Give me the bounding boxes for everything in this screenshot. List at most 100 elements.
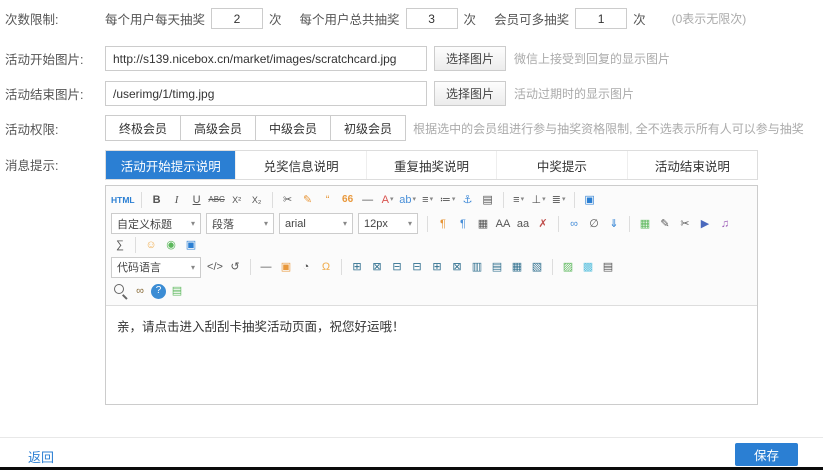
format-painter-icon[interactable]: ✎ xyxy=(299,191,317,209)
delete-col-icon[interactable]: ⊠ xyxy=(448,258,466,276)
subscript-icon[interactable]: X₂ xyxy=(248,191,266,209)
superscript-icon[interactable]: X² xyxy=(228,191,246,209)
horizontal-line-icon[interactable]: — xyxy=(257,258,275,276)
help-icon[interactable]: ? xyxy=(151,284,166,299)
permission-intermediate-member-button[interactable]: 中级会员 xyxy=(255,115,331,141)
ordered-list-icon[interactable]: ≡▾ xyxy=(419,191,437,209)
clear-doc-icon[interactable]: ✗ xyxy=(534,215,552,233)
directionality-ltr-icon[interactable]: ¶ xyxy=(434,215,452,233)
print-icon[interactable]: ▤ xyxy=(599,258,617,276)
delete-row-icon[interactable]: ⊟ xyxy=(408,258,426,276)
delete-table-icon[interactable]: ⊠ xyxy=(368,258,386,276)
member-extra-draw-input[interactable] xyxy=(575,8,627,29)
end-image-url-input[interactable] xyxy=(105,81,427,106)
search-icon[interactable] xyxy=(111,282,129,300)
italic-icon[interactable]: I xyxy=(168,191,186,209)
tab-redeem-info[interactable]: 兑奖信息说明 xyxy=(235,151,365,179)
page-break-icon[interactable]: ▤ xyxy=(479,191,497,209)
tab-repeat-draw[interactable]: 重复抽奖说明 xyxy=(366,151,496,179)
font-size-select[interactable]: 12px▾ xyxy=(358,213,418,234)
find-replace-icon[interactable]: ∞ xyxy=(131,282,149,300)
paste-plain-icon[interactable]: ▤ xyxy=(168,282,186,300)
uppercase-icon[interactable]: AA xyxy=(494,215,512,233)
custom-title-select[interactable]: 自定义标题▾ xyxy=(111,213,201,234)
upload-attachment-icon[interactable]: ⇓ xyxy=(605,215,623,233)
map-icon[interactable]: ◉ xyxy=(162,236,180,254)
remove-format-icon[interactable]: ✂ xyxy=(279,191,297,209)
bold-icon[interactable]: B xyxy=(148,191,166,209)
back-link[interactable]: 返回 xyxy=(28,447,54,466)
strikethrough-icon[interactable]: ABC xyxy=(208,191,226,209)
editor-content[interactable]: 亲，请点击进入刮刮卡抽奖活动页面，祝您好运哦！ xyxy=(106,306,757,404)
scrawl-icon[interactable]: ✎ xyxy=(656,215,674,233)
chevron-down-icon: ▾ xyxy=(562,191,566,209)
insert-code-icon[interactable]: </> xyxy=(206,258,224,276)
save-button[interactable]: 保存 xyxy=(735,443,798,466)
font-family-select[interactable]: arial▾ xyxy=(279,213,353,234)
daily-draw-limit-input[interactable] xyxy=(211,8,263,29)
unlink-icon[interactable]: ∅ xyxy=(585,215,603,233)
toolbar-separator xyxy=(552,259,553,275)
toolbar-separator xyxy=(272,192,273,208)
revision-icon[interactable]: ↺ xyxy=(226,258,244,276)
vertical-align-icon[interactable]: ⊥▾ xyxy=(530,191,548,209)
paragraph-select[interactable]: 段落▾ xyxy=(206,213,274,234)
insert-image-icon[interactable]: ▦ xyxy=(636,215,654,233)
merge-cells-icon[interactable]: ▥ xyxy=(468,258,486,276)
code-language-select[interactable]: 代码语言▾ xyxy=(111,257,201,278)
chevron-down-icon: ▾ xyxy=(452,191,456,209)
permission-senior-member-button[interactable]: 高级会员 xyxy=(180,115,256,141)
tab-activity-start-prompt[interactable]: 活动开始提示说明 xyxy=(106,151,235,179)
toolbar-row: 代码语言▾</>↺—▣◔Ω⊞⊠⊟⊟⊞⊠▥▤▦▧▨▩▤ xyxy=(110,255,753,279)
fullscreen-icon[interactable]: ▣ xyxy=(581,191,599,209)
tab-win-prompt[interactable]: 中奖提示 xyxy=(496,151,626,179)
justify-icon[interactable]: ≡▾ xyxy=(510,191,528,209)
word-image-icon[interactable]: ▨ xyxy=(559,258,577,276)
time-icon[interactable]: ◔ xyxy=(297,258,315,276)
choose-start-image-button[interactable]: 选择图片 xyxy=(434,46,506,71)
end-image-label: 活动结束图片: xyxy=(5,84,105,103)
choose-end-image-button[interactable]: 选择图片 xyxy=(434,81,506,106)
insert-col-icon[interactable]: ⊞ xyxy=(428,258,446,276)
total-draw-limit-input[interactable] xyxy=(406,8,458,29)
chevron-down-icon: ▾ xyxy=(542,191,546,209)
directionality-rtl-icon[interactable]: ¶ xyxy=(454,215,472,233)
tab-activity-end[interactable]: 活动结束说明 xyxy=(627,151,757,179)
html-source-icon[interactable]: HTML xyxy=(111,191,135,209)
permission-junior-member-button[interactable]: 初级会员 xyxy=(330,115,406,141)
formula-icon[interactable]: ∑ xyxy=(111,236,129,254)
link-icon[interactable]: ∞ xyxy=(565,215,583,233)
start-image-url-input[interactable] xyxy=(105,46,427,71)
anchor-icon[interactable]: ⚓ xyxy=(459,191,477,209)
snapscreen-icon[interactable]: ✂ xyxy=(676,215,694,233)
chevron-down-icon: ▾ xyxy=(343,219,347,228)
end-image-row: 活动结束图片: 选择图片 活动过期时的显示图片 xyxy=(5,81,818,106)
preview-icon[interactable]: ▣ xyxy=(182,236,200,254)
insert-row-icon[interactable]: ⊟ xyxy=(388,258,406,276)
line-height-icon[interactable]: ≣▾ xyxy=(550,191,568,209)
permission-ultimate-member-button[interactable]: 终极会员 xyxy=(105,115,181,141)
sort-table-icon[interactable]: ▧ xyxy=(528,258,546,276)
lowercase-icon[interactable]: aa xyxy=(514,215,532,233)
quote-marks-icon[interactable]: 66 xyxy=(339,191,357,209)
chevron-down-icon: ▾ xyxy=(430,191,434,209)
blockquote-icon[interactable]: “ xyxy=(319,191,337,209)
date-icon[interactable]: ▣ xyxy=(277,258,295,276)
select-all-icon[interactable]: ▦ xyxy=(474,215,492,233)
split-cells-icon[interactable]: ▤ xyxy=(488,258,506,276)
background-icon[interactable]: ▩ xyxy=(579,258,597,276)
background-color-icon[interactable]: ab▾ xyxy=(399,191,417,209)
unordered-list-icon[interactable]: ≔▾ xyxy=(439,191,457,209)
horizontal-rule-icon[interactable]: — xyxy=(359,191,377,209)
special-chars-icon[interactable]: Ω xyxy=(317,258,335,276)
end-image-hint: 活动过期时的显示图片 xyxy=(514,85,634,102)
underline-icon[interactable]: U xyxy=(188,191,206,209)
chevron-down-icon: ▾ xyxy=(521,191,525,209)
insert-video-icon[interactable]: ▶ xyxy=(696,215,714,233)
emotion-icon[interactable]: ☺ xyxy=(142,236,160,254)
insert-table-icon[interactable]: ⊞ xyxy=(348,258,366,276)
music-icon[interactable]: ♫ xyxy=(716,215,734,233)
table-border-icon[interactable]: ▦ xyxy=(508,258,526,276)
code-language-select-value: 代码语言 xyxy=(117,259,161,275)
font-color-icon[interactable]: A▾ xyxy=(379,191,397,209)
